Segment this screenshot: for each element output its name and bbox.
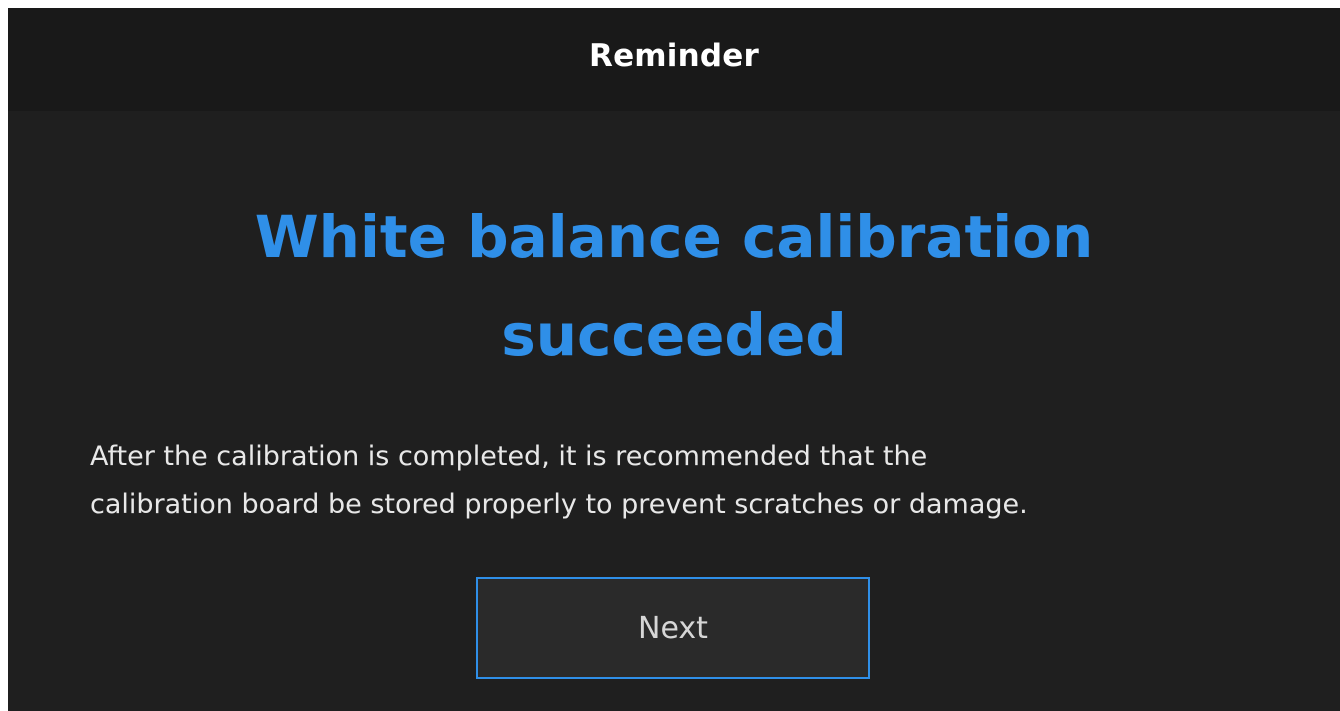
message-line-1: After the calibration is completed, it i… xyxy=(90,441,928,472)
success-headline: White balance calibration succeeded xyxy=(8,188,1340,384)
dialog-titlebar: Reminder xyxy=(8,8,1340,111)
message-line-2: calibration board be stored properly to … xyxy=(90,489,1028,520)
headline-line-1: White balance calibration xyxy=(254,203,1094,271)
reminder-message: After the calibration is completed, it i… xyxy=(90,433,1310,529)
next-button[interactable]: Next xyxy=(476,577,870,679)
reminder-dialog: Reminder White balance calibration succe… xyxy=(8,8,1340,711)
headline-line-2: succeeded xyxy=(501,301,847,369)
dialog-title: Reminder xyxy=(589,37,759,74)
